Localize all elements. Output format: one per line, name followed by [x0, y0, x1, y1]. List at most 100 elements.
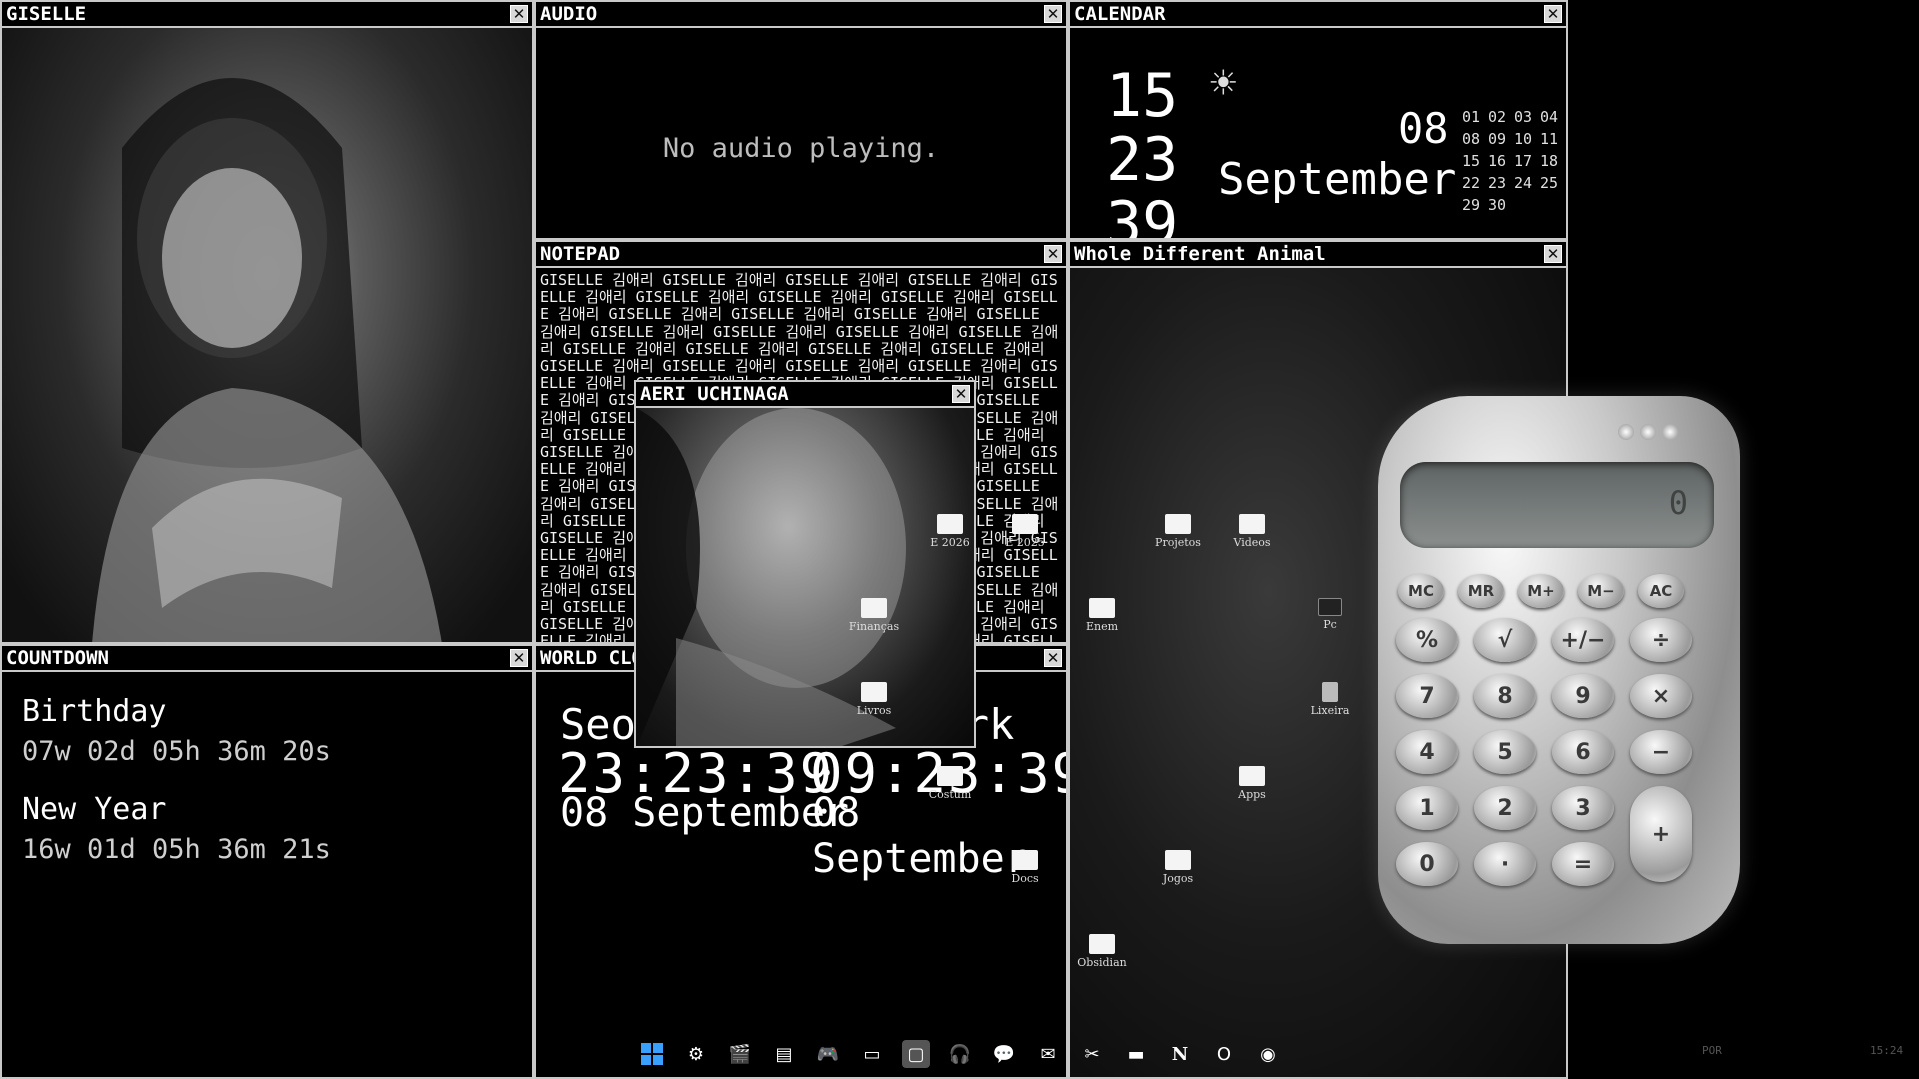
calendar-day-cell[interactable]: 10 [1514, 130, 1540, 148]
calc-key[interactable]: = [1552, 842, 1614, 886]
calc-key[interactable]: √ [1474, 618, 1536, 662]
gamepad-icon[interactable]: 🎮 [814, 1040, 842, 1068]
calc-key[interactable]: 7 [1396, 674, 1458, 718]
calc-key[interactable]: 9 [1552, 674, 1614, 718]
folder-icon[interactable]: E 2025 [995, 514, 1055, 549]
calendar-day-cell[interactable]: 11 [1540, 130, 1566, 148]
opera-icon[interactable]: O [1210, 1040, 1238, 1068]
calendar-day-cell[interactable]: 16 [1488, 152, 1514, 170]
clapperboard-icon[interactable]: 🎬 [726, 1040, 754, 1068]
files-icon[interactable]: ▢ [902, 1040, 930, 1068]
calc-key[interactable]: + [1630, 786, 1692, 882]
calc-key[interactable]: % [1396, 618, 1458, 662]
folder-icon[interactable]: Enem [1072, 598, 1132, 633]
calc-key[interactable]: × [1630, 674, 1692, 718]
capcut-icon[interactable]: ✂ [1078, 1040, 1106, 1068]
computer-icon[interactable]: Pc [1300, 598, 1360, 631]
calc-key[interactable]: +/− [1552, 618, 1614, 662]
chat-icon[interactable]: 💬 [990, 1040, 1018, 1068]
close-button[interactable]: ✕ [510, 649, 528, 667]
calc-key[interactable]: 1 [1396, 786, 1458, 830]
window-title[interactable]: NOTEPAD [536, 242, 1066, 268]
calendar-window[interactable]: CALENDAR ✕ 15 23 39 ☀ 08 September 01 02 0… [1068, 0, 1568, 240]
notion-icon[interactable]: N [1166, 1040, 1194, 1068]
calendar-day-cell[interactable]: 29 [1462, 196, 1488, 214]
calendar-day-cell[interactable]: 18 [1540, 152, 1566, 170]
folder-icon[interactable]: Finanças [844, 598, 904, 633]
folder-icon[interactable]: Costum [920, 766, 980, 801]
calendar-day-cell[interactable]: 15 [1462, 152, 1488, 170]
clock-second: 39 [1106, 189, 1179, 238]
obsidian-icon[interactable]: Obsidian [1072, 934, 1132, 969]
calc-key[interactable]: 4 [1396, 730, 1458, 774]
folder-icon[interactable]: E 2026 [920, 514, 980, 549]
calendar-day-cell[interactable]: 17 [1514, 152, 1540, 170]
folder-icon[interactable]: Livros [844, 682, 904, 717]
calendar-day-cell[interactable]: 22 [1462, 174, 1488, 192]
portrait-image [2, 28, 532, 642]
calc-key[interactable]: AC [1638, 574, 1684, 608]
window-title[interactable]: AERI UCHINAGA [636, 382, 974, 408]
close-button[interactable]: ✕ [510, 5, 528, 23]
calendar-day-cell[interactable]: 02 [1488, 108, 1514, 126]
calendar-day-cell[interactable]: 03 [1514, 108, 1540, 126]
calc-key[interactable]: 8 [1474, 674, 1536, 718]
folder-icon[interactable]: Docs [995, 850, 1055, 885]
window-title[interactable]: COUNTDOWN [2, 646, 532, 672]
giselle-window[interactable]: GISELLE ✕ [0, 0, 534, 644]
calendar-day-cell[interactable]: 01 [1462, 108, 1488, 126]
folder-icon[interactable]: Videos [1222, 514, 1282, 549]
tray-clock[interactable]: 15:24 [1870, 1044, 1903, 1057]
folder-icon[interactable]: Jogos [1148, 850, 1208, 885]
camera-icon[interactable]: ◉ [1254, 1040, 1282, 1068]
window-icon[interactable]: ▬ [1122, 1040, 1150, 1068]
terminal-icon[interactable]: ▭ [858, 1040, 886, 1068]
countdown-window[interactable]: COUNTDOWN ✕ Birthday 07w 02d 05h 36m 20s… [0, 644, 534, 1079]
close-button[interactable]: ✕ [1044, 649, 1062, 667]
window-title[interactable]: CALENDAR [1070, 2, 1566, 28]
portrait-figure [92, 78, 442, 642]
window-title[interactable]: GISELLE [2, 2, 532, 28]
calc-key[interactable]: 0 [1396, 842, 1458, 886]
calc-key[interactable]: 3 [1552, 786, 1614, 830]
calc-key[interactable]: 2 [1474, 786, 1536, 830]
calc-screen: 0 [1400, 462, 1714, 548]
calendar-day-cell[interactable]: 30 [1488, 196, 1514, 214]
folder-icon[interactable]: Apps [1222, 766, 1282, 801]
windows-start-icon[interactable] [638, 1040, 666, 1068]
aeri-photo [636, 408, 974, 746]
calendar-day-cell[interactable]: 23 [1488, 174, 1514, 192]
notes-icon[interactable]: ▤ [770, 1040, 798, 1068]
aeri-window[interactable]: AERI UCHINAGA ✕ [634, 380, 976, 748]
headphones-icon[interactable]: 🎧 [946, 1040, 974, 1068]
calendar-day-cell[interactable]: 04 [1540, 108, 1566, 126]
settings-icon[interactable]: ⚙ [682, 1040, 710, 1068]
calc-key[interactable]: MR [1458, 574, 1504, 608]
calendar-day-cell[interactable]: 08 [1462, 130, 1488, 148]
calc-key[interactable]: M+ [1518, 574, 1564, 608]
calc-key[interactable]: 5 [1474, 730, 1536, 774]
window-title[interactable]: AUDIO [536, 2, 1066, 28]
countdown-label: Birthday [22, 694, 167, 729]
calendar-day-cell[interactable]: 24 [1514, 174, 1540, 192]
calendar-day-cell[interactable]: 25 [1540, 174, 1566, 192]
close-button[interactable]: ✕ [1044, 5, 1062, 23]
calc-key[interactable]: ÷ [1630, 618, 1692, 662]
folder-icon[interactable]: Projetos [1148, 514, 1208, 549]
close-button[interactable]: ✕ [952, 385, 970, 403]
calc-key[interactable]: 6 [1552, 730, 1614, 774]
audio-window[interactable]: AUDIO ✕ No audio playing. [534, 0, 1068, 240]
calendar-day-cell[interactable]: 09 [1488, 130, 1514, 148]
window-title[interactable]: Whole Different Animal [1070, 242, 1566, 268]
close-button[interactable]: ✕ [1544, 5, 1562, 23]
calc-key[interactable]: MC [1398, 574, 1444, 608]
calc-key[interactable]: M− [1578, 574, 1624, 608]
calendar-clock: 15 23 39 [1106, 64, 1178, 238]
calc-key[interactable]: − [1630, 730, 1692, 774]
tray-lang[interactable]: POR [1702, 1044, 1722, 1057]
trash-icon[interactable]: Lixeira [1300, 682, 1360, 717]
close-button[interactable]: ✕ [1044, 245, 1062, 263]
close-button[interactable]: ✕ [1544, 245, 1562, 263]
mail-icon[interactable]: ✉ [1034, 1040, 1062, 1068]
calc-key[interactable]: · [1474, 842, 1536, 886]
